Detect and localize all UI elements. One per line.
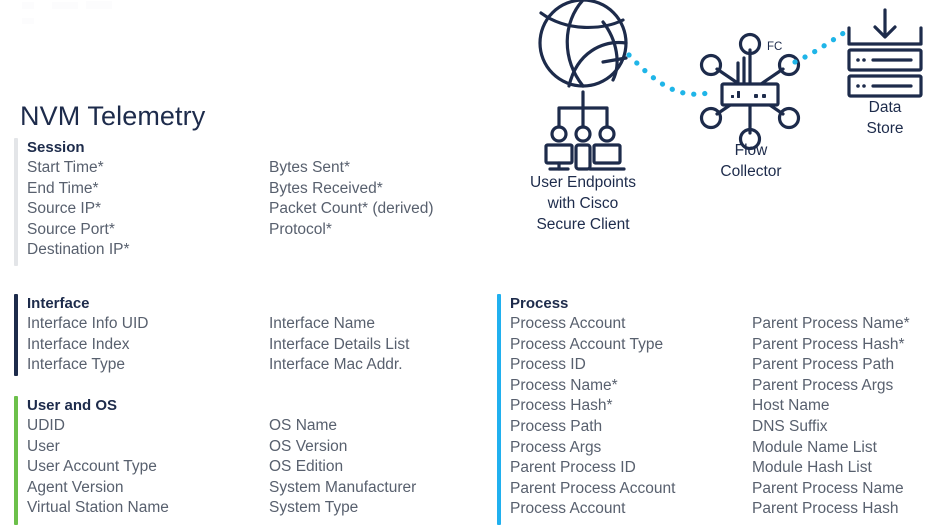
telemetry-field: User xyxy=(27,437,60,455)
telemetry-field: Parent Process Path xyxy=(752,356,895,374)
section-session-column-2: Bytes Sent* Bytes Received* Packet Count… xyxy=(269,158,434,240)
telemetry-field: Parent Process Hash xyxy=(752,500,899,518)
telemetry-field: OS Version xyxy=(269,437,348,455)
telemetry-field: Process Account Type xyxy=(510,335,664,353)
telemetry-field: Process Account xyxy=(510,315,626,332)
section-session: Session Start Time* End Time* Source IP*… xyxy=(14,138,484,266)
telemetry-field: OS Edition xyxy=(269,458,344,476)
node-caption-user-endpoints: User Endpoints with Cisco Secure Client xyxy=(495,172,671,235)
telemetry-field: Source IP* xyxy=(27,200,102,218)
telemetry-field: Parent Process Name* xyxy=(752,315,910,332)
telemetry-field: Process Name* xyxy=(510,376,618,394)
nvm-telemetry-infographic: NVM Telemetry Session Start Time* End Ti… xyxy=(0,0,929,525)
telemetry-field: Process Account xyxy=(510,500,626,518)
telemetry-field: Process Args xyxy=(510,438,602,456)
background-artifact xyxy=(52,2,78,9)
telemetry-field: Source Port* xyxy=(27,220,115,238)
telemetry-field: Parent Process Name xyxy=(752,479,904,497)
telemetry-field: Host Name xyxy=(752,397,830,415)
section-interface-column-2: Interface Name Interface Details List In… xyxy=(269,314,409,376)
flow-collector-badge: FC xyxy=(767,41,782,53)
section-user-and-os-column-2: OS Name OS Version OS Edition System Man… xyxy=(269,416,416,519)
data-store-row-dots xyxy=(856,58,866,88)
endpoint-tree-icon xyxy=(550,90,616,143)
page-title: NVM Telemetry xyxy=(20,101,206,131)
telemetry-field: Interface Mac Addr. xyxy=(269,356,403,374)
section-title-user-and-os: User and OS xyxy=(27,397,118,414)
node-caption-line: Data xyxy=(868,99,902,116)
flow-collector-icon xyxy=(699,32,801,151)
link-collector-to-datastore xyxy=(792,28,850,65)
telemetry-field: Interface Info UID xyxy=(27,315,149,332)
telemetry-field: Interface Details List xyxy=(269,335,410,353)
telemetry-field: Virtual Station Name xyxy=(27,499,169,517)
section-title-session: Session xyxy=(27,139,85,156)
node-caption-line: Store xyxy=(866,120,904,137)
telemetry-field: Bytes Sent* xyxy=(269,159,350,176)
section-accent-bar-process xyxy=(497,294,501,525)
section-session-column-1: Start Time* End Time* Source IP* Source … xyxy=(27,158,130,261)
telemetry-field: System Type xyxy=(269,499,359,517)
section-title-process: Process xyxy=(510,295,569,312)
globe-icon xyxy=(538,0,628,88)
background-artifact xyxy=(22,18,34,24)
telemetry-field: Parent Process Hash* xyxy=(752,335,905,353)
phone-icon xyxy=(574,143,592,171)
section-process-column-1: Process Account Process Account Type Pro… xyxy=(510,314,675,520)
telemetry-field: Interface Type xyxy=(27,356,125,374)
background-artifact xyxy=(22,2,34,9)
telemetry-field: Start Time* xyxy=(27,159,104,176)
telemetry-field: Interface Index xyxy=(27,335,130,353)
telemetry-field: Packet Count* (derived) xyxy=(269,200,434,218)
telemetry-flow-diagram: FC User Endpoints with Cisco Secure Clie… xyxy=(495,0,929,252)
section-user-and-os: User and OS UDID User User Account Type … xyxy=(14,396,484,525)
telemetry-field: Process Hash* xyxy=(510,397,613,415)
laptop-icon xyxy=(588,143,626,171)
telemetry-field: Module Hash List xyxy=(752,459,872,477)
section-user-and-os-column-1: UDID User User Account Type Agent Versio… xyxy=(27,416,169,519)
telemetry-field: System Manufacturer xyxy=(269,478,417,496)
telemetry-field: OS Name xyxy=(269,417,338,434)
node-caption-line: User Endpoints xyxy=(530,174,636,191)
telemetry-field: End Time* xyxy=(27,179,99,197)
section-interface-column-1: Interface Info UID Interface Index Inter… xyxy=(27,314,148,376)
telemetry-field: UDID xyxy=(27,417,65,434)
desktop-icon xyxy=(544,143,574,171)
section-process-column-2: Parent Process Name* Parent Process Hash… xyxy=(752,314,910,520)
link-endpoints-to-collector xyxy=(626,52,711,97)
node-caption-line: with Cisco xyxy=(547,195,619,212)
data-store-icon xyxy=(847,8,923,98)
telemetry-field: Process ID xyxy=(510,356,586,374)
section-accent-bar-interface xyxy=(14,294,18,376)
telemetry-field: Parent Process Account xyxy=(510,479,676,497)
background-artifact xyxy=(86,1,112,9)
telemetry-field: Bytes Received* xyxy=(269,179,383,197)
telemetry-field: Process Path xyxy=(510,417,603,435)
node-caption-data-store: Data Store xyxy=(825,97,929,139)
section-title-interface: Interface xyxy=(27,295,90,312)
section-accent-bar-session xyxy=(14,138,18,266)
telemetry-field: DNS Suffix xyxy=(752,417,828,435)
telemetry-field: Module Name List xyxy=(752,438,877,456)
section-process: Process Process Account Process Account … xyxy=(497,294,929,525)
node-caption-line: Secure Client xyxy=(536,216,630,233)
telemetry-field: Protocol* xyxy=(269,220,332,238)
telemetry-field: User Account Type xyxy=(27,458,157,476)
node-caption-line: Collector xyxy=(720,163,782,180)
node-caption-flow-collector: Flow Collector xyxy=(680,140,822,182)
section-accent-bar-user-and-os xyxy=(14,396,18,525)
telemetry-field: Destination IP* xyxy=(27,241,130,259)
telemetry-field: Interface Name xyxy=(269,315,375,332)
telemetry-field: Parent Process ID xyxy=(510,459,636,477)
node-caption-line: Flow xyxy=(734,142,768,159)
telemetry-field: Parent Process Args xyxy=(752,376,894,394)
section-interface: Interface Interface Info UID Interface I… xyxy=(14,294,484,376)
telemetry-field: Agent Version xyxy=(27,478,124,496)
